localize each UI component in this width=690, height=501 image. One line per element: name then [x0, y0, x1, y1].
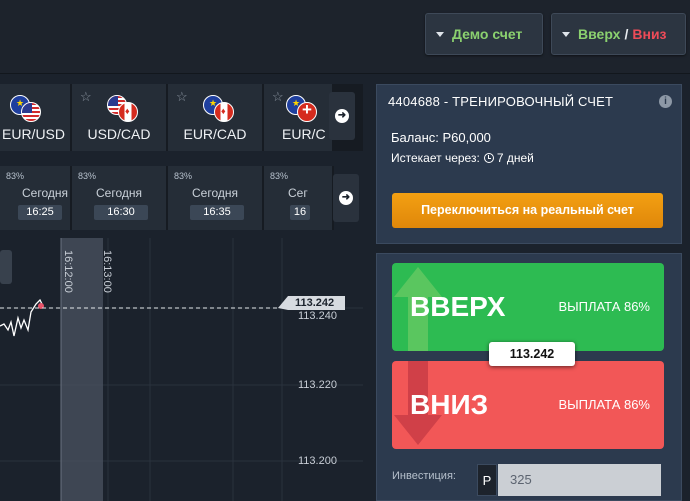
top-bar: Демо счет Вверх / Вниз — [0, 0, 690, 74]
clock-icon — [483, 153, 494, 163]
pair-label: USD/CAD — [87, 126, 151, 142]
expiry-tile[interactable]: 83% Сегодня 16:30 — [72, 166, 168, 230]
expiry-bar: 83% Сегодня 16:25 83% Сегодня 16:30 83% … — [0, 166, 363, 230]
put-down-button[interactable]: ВНИЗ ВЫПЛАТА 86% — [392, 361, 664, 449]
pair-flags — [286, 95, 320, 122]
chart-zoom-button[interactable] — [0, 250, 12, 284]
asset-pairs-bar: EUR/USD ☆ USD/CAD ☆ EUR/CAD ☆ EUR/C — [0, 84, 363, 151]
time-marker-label: 16:13:00 — [101, 250, 113, 293]
investment-label: Инвестиция: — [392, 470, 456, 482]
current-price-badge: 113.242 — [489, 342, 575, 366]
star-icon[interactable]: ☆ — [176, 89, 188, 105]
pair-label: EUR/CAD — [183, 126, 247, 142]
demo-account-button[interactable]: Демо счет — [425, 13, 543, 55]
investment-input[interactable] — [498, 464, 661, 496]
price-axis-label: 113.240 — [298, 310, 337, 322]
pair-flags — [203, 95, 237, 122]
expiry-time: 16:35 — [190, 205, 244, 220]
us-flag-icon — [21, 102, 41, 122]
current-price-label: 113.242 — [295, 297, 335, 309]
pairs-scroll-button[interactable]: ➜ — [329, 92, 355, 140]
price-axis-label: 113.200 — [298, 455, 337, 467]
caret-down-icon — [562, 31, 570, 37]
down-option-label: Вниз — [632, 26, 667, 42]
demo-account-label: Демо счет — [452, 26, 523, 42]
down-label: ВНИЗ — [410, 389, 489, 420]
canada-flag-icon — [118, 102, 138, 122]
info-icon[interactable]: i — [659, 95, 672, 108]
star-icon[interactable]: ☆ — [80, 89, 92, 105]
expiry-percent: 83% — [78, 171, 97, 181]
price-axis-label: 113.220 — [298, 379, 337, 391]
account-title: 4404688 - ТРЕНИРОВОЧНЫЙ СЧЕТ — [388, 94, 614, 109]
expiry-tile[interactable]: 83% Сегодня 16:35 — [168, 166, 264, 230]
trade-panel: ВВЕРХ ВЫПЛАТА 86% ВНИЗ ВЫПЛАТА 86% 113.2… — [376, 253, 682, 501]
pair-flags — [10, 95, 44, 122]
option-type-button[interactable]: Вверх / Вниз — [551, 13, 686, 55]
arrow-right-icon: ➜ — [335, 109, 349, 123]
down-payout: ВЫПЛАТА 86% — [558, 397, 650, 412]
expiry-percent: 83% — [6, 171, 25, 181]
option-separator: / — [624, 26, 629, 42]
call-up-button[interactable]: ВВЕРХ ВЫПЛАТА 86% — [392, 263, 664, 351]
swiss-flag-icon — [297, 102, 317, 122]
expiry-tile[interactable]: 83% Сег 16 — [264, 166, 334, 230]
canada-flag-icon — [214, 102, 234, 122]
up-payout: ВЫПЛАТА 86% — [558, 299, 650, 314]
star-icon[interactable]: ☆ — [272, 89, 284, 105]
expiry-time: 16:25 — [18, 205, 62, 220]
up-option-label: Вверх — [578, 26, 621, 42]
pair-tile-eurchf[interactable]: ☆ EUR/C — [264, 84, 334, 151]
price-line — [0, 298, 44, 337]
expiry-percent: 83% — [270, 171, 289, 181]
up-label: ВВЕРХ — [410, 291, 506, 322]
expiry-prefix: Истекает через: — [391, 151, 480, 165]
currency-symbol: Р — [477, 464, 497, 496]
pair-tile-eurusd[interactable]: EUR/USD — [0, 84, 72, 151]
expiry-day: Сегодня — [96, 186, 142, 200]
expiry-tile[interactable]: 83% Сегодня 16:25 — [0, 166, 72, 230]
caret-down-icon — [436, 31, 444, 37]
expiry-time: 16 — [290, 205, 310, 220]
time-marker-label: 16:12:00 — [62, 250, 74, 293]
price-chart[interactable]: 113.242 113.240 113.220 113.200 16:12:00… — [0, 238, 363, 501]
account-balance: Баланс: Р60,000 — [391, 130, 491, 145]
pair-tile-usdcad[interactable]: ☆ USD/CAD — [72, 84, 168, 151]
expiry-time: 16:30 — [94, 205, 148, 220]
pair-tile-eurcad[interactable]: ☆ EUR/CAD — [168, 84, 264, 151]
expiry-scroll-button[interactable]: ➜ — [333, 174, 359, 222]
pair-label: EUR/USD — [2, 126, 66, 142]
pair-flags — [107, 95, 141, 122]
account-expiry: Истекает через: 7 дней — [391, 151, 534, 165]
expiry-value: 7 дней — [496, 151, 534, 165]
expiry-day: Сегодня — [192, 186, 238, 200]
expiry-percent: 83% — [174, 171, 193, 181]
switch-to-real-account-button[interactable]: Переключиться на реальный счет — [392, 193, 663, 228]
arrow-right-icon: ➜ — [339, 191, 353, 205]
account-panel: 4404688 - ТРЕНИРОВОЧНЫЙ СЧЕТ i Баланс: Р… — [376, 84, 682, 244]
